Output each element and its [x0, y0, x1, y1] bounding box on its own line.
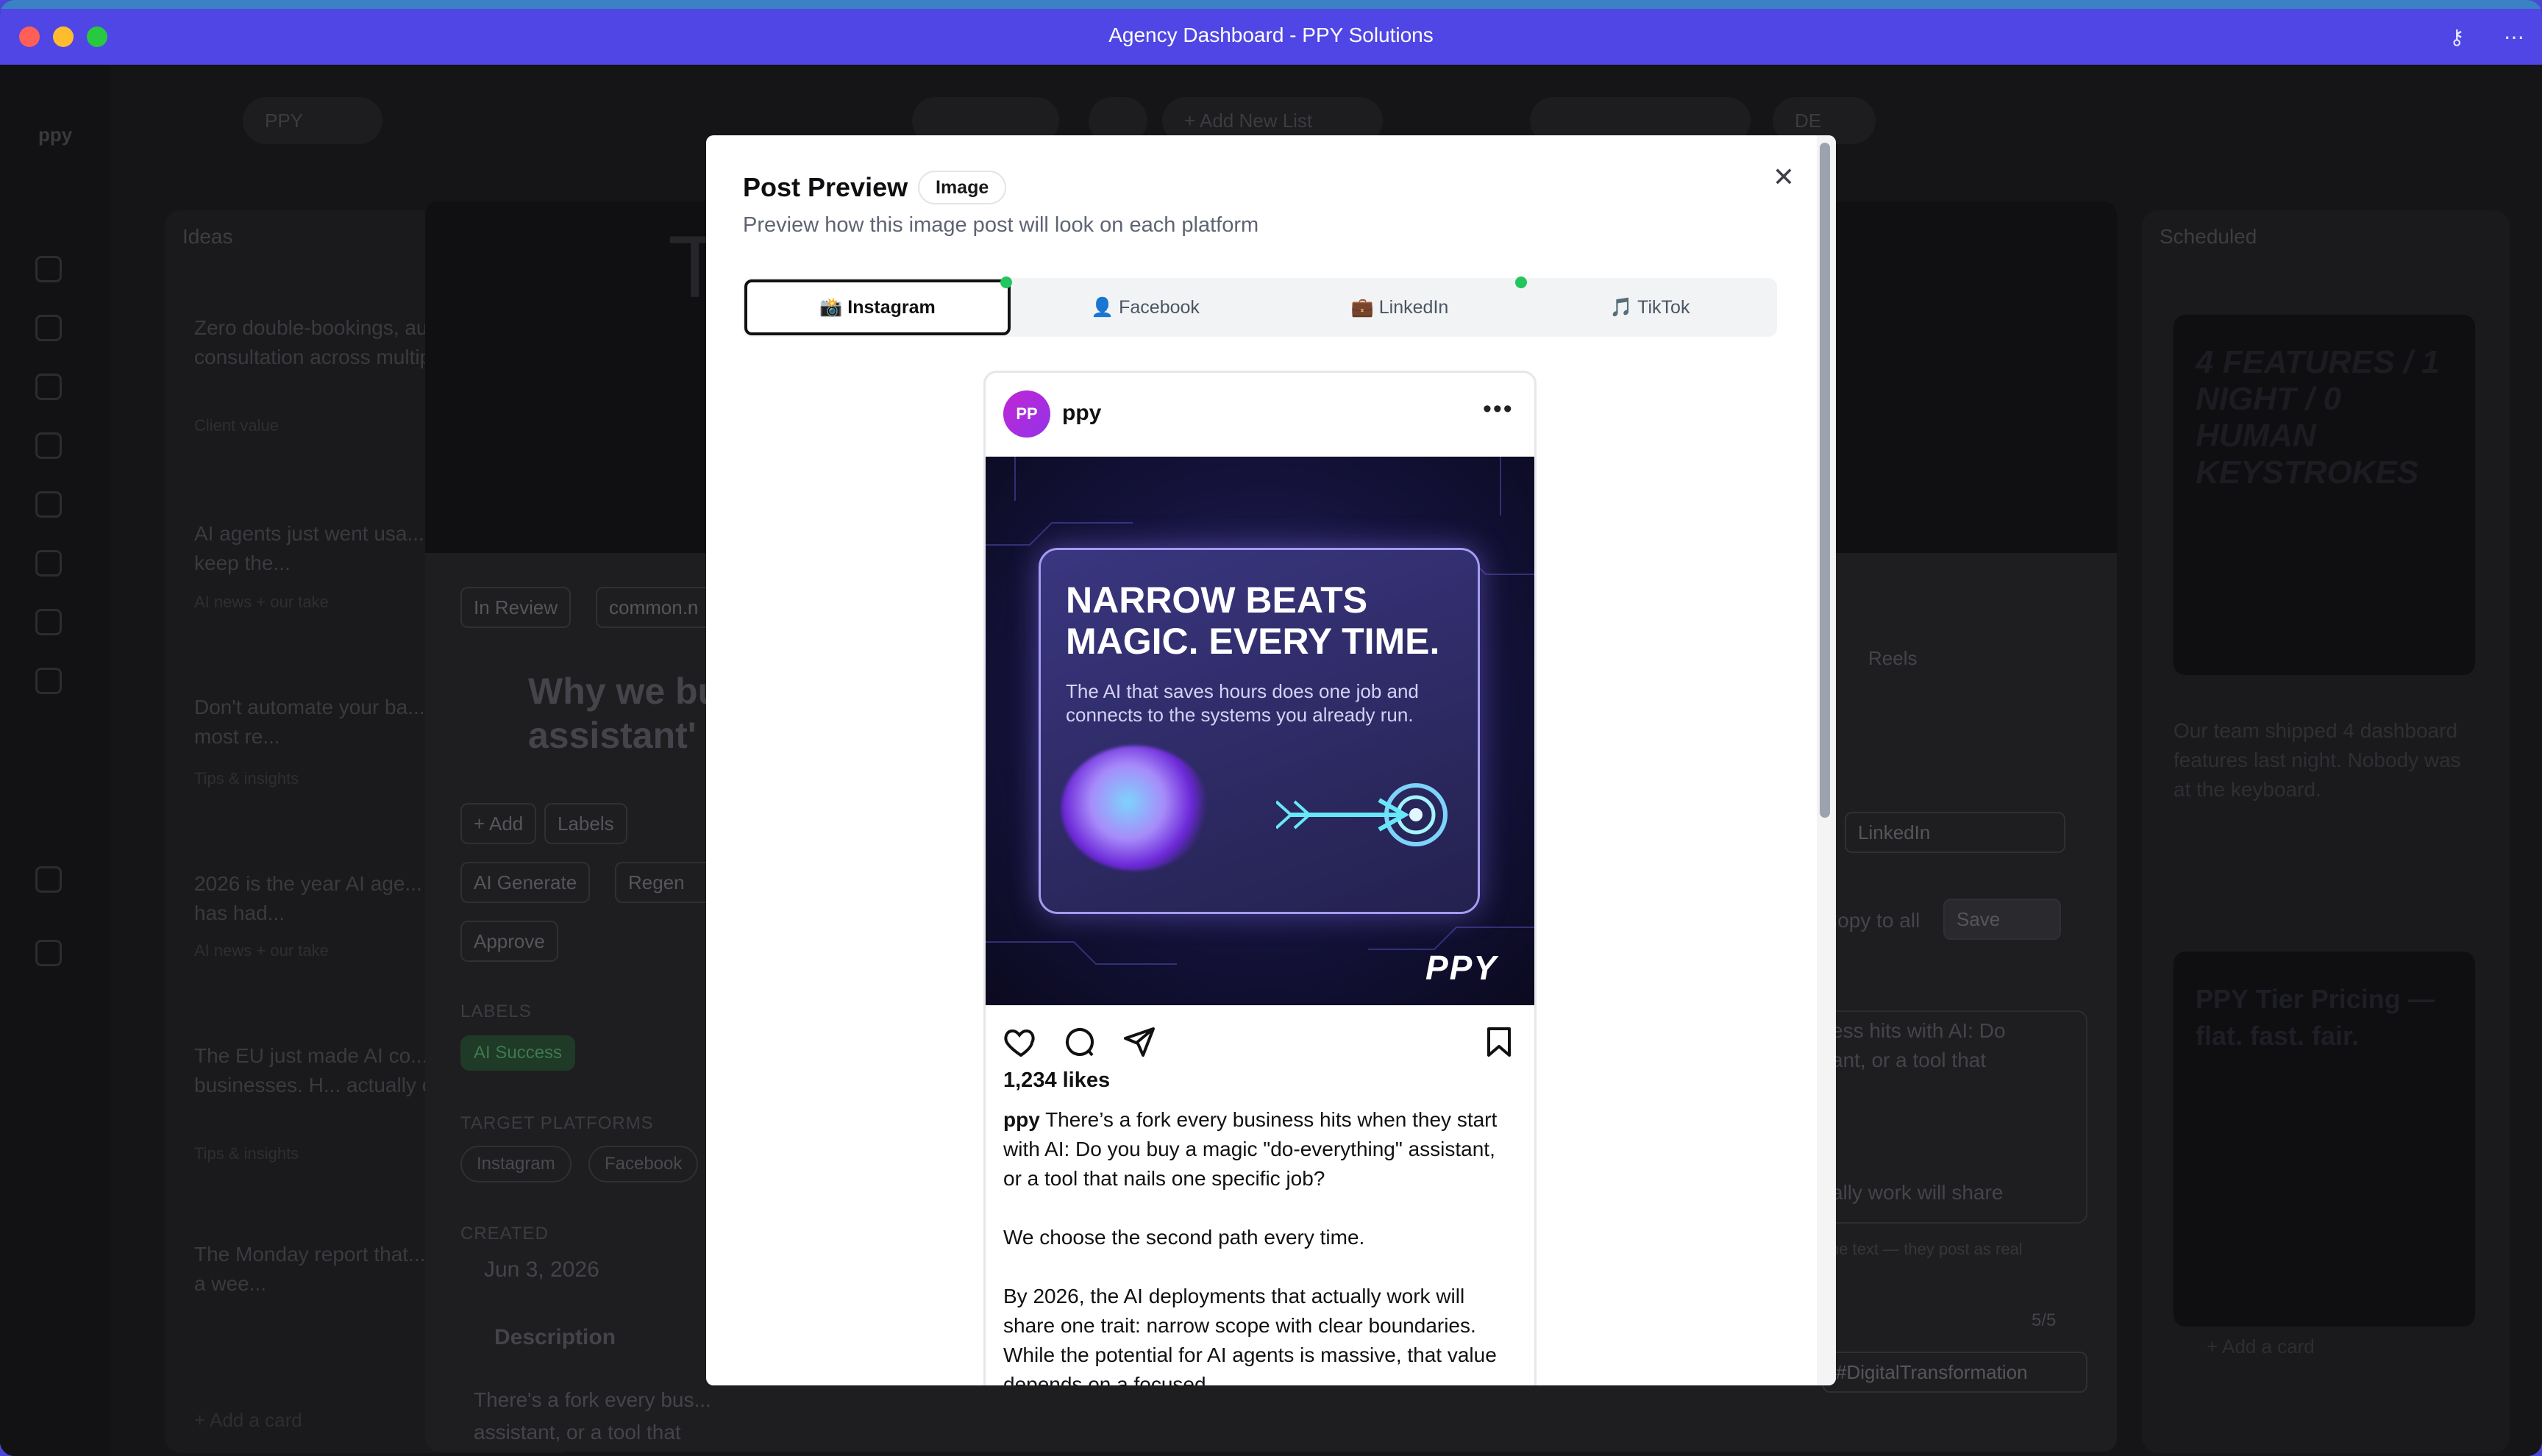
status-dropdown[interactable]: In Review — [460, 587, 572, 628]
scheduled-card-headline: 4 FEATURES / 1 NIGHT / 0 HUMAN KEYSTROKE… — [2196, 344, 2440, 490]
labels-button[interactable]: Labels — [544, 803, 627, 844]
heart-icon[interactable] — [1003, 1024, 1039, 1060]
idea-tag: AI news + our take — [194, 941, 329, 960]
editor-line-1: ess hits with AI: Do — [1831, 1019, 2006, 1042]
close-icon[interactable]: ✕ — [1765, 159, 1802, 196]
more-options-icon[interactable]: ••• — [1483, 395, 1514, 424]
idea-tag: Tips & insights — [194, 769, 299, 788]
platform-instagram[interactable]: Instagram — [460, 1146, 572, 1182]
labels-heading: LABELS — [460, 1002, 532, 1021]
description-preview[interactable]: There's a fork every bus... assistant, o… — [474, 1384, 716, 1449]
post-type-badge: Image — [918, 171, 1007, 204]
linkedin-chip[interactable]: LinkedIn — [1845, 812, 2065, 853]
user-icon[interactable] — [35, 940, 62, 966]
add-card-button-scheduled[interactable]: + Add a card — [2207, 1335, 2315, 1358]
image-headline-card: NARROW BEATS MAGIC. EVERY TIME. The AI t… — [1039, 548, 1480, 914]
instagram-status-dot — [1000, 276, 1012, 288]
tab-tiktok[interactable]: 🎵 TikTok — [1523, 278, 1777, 337]
editor-line-3: ally work will share — [1831, 1181, 2004, 1204]
scheduled-card-headline-2: PPY Tier Pricing — flat. fast. fair. — [2196, 984, 2435, 1051]
post-image: NARROW BEATS MAGIC. EVERY TIME. The AI t… — [986, 457, 1534, 1005]
sidebar: ppy — [0, 65, 110, 1456]
window-title: Agency Dashboard - PPY Solutions — [1108, 24, 1434, 46]
scheduled-card-image-2[interactable]: PPY Tier Pricing — flat. fast. fair. — [2173, 952, 2475, 1327]
post-username[interactable]: ppy — [1062, 401, 1101, 426]
reels-tab[interactable]: Reels — [1868, 647, 1917, 670]
scrollbar-thumb[interactable] — [1820, 143, 1830, 818]
tab-facebook[interactable]: 👤 Facebook — [1012, 278, 1278, 337]
clock-icon[interactable] — [35, 550, 62, 577]
app-window: Agency Dashboard - PPY Solutions ⚷ ⋯ ppy… — [0, 0, 2542, 1456]
post-caption: ppy There’s a fork every business hits w… — [1003, 1105, 1518, 1385]
workspace-pill[interactable]: PPY — [243, 97, 382, 144]
image-headline: NARROW BEATS MAGIC. EVERY TIME. — [1066, 579, 1440, 662]
image-subline: The AI that saves hours does one job and… — [1066, 680, 1419, 726]
bookmark-icon[interactable] — [1481, 1024, 1517, 1060]
caption-editor[interactable]: ess hits with AI: Do ant, or a tool that… — [1823, 1010, 2087, 1224]
platforms-heading: TARGET PLATFORMS — [460, 1113, 654, 1133]
brand-logo: PPY — [1425, 949, 1498, 987]
scheduled-column-title: Scheduled — [2160, 225, 2257, 248]
add-button[interactable]: + Add — [460, 803, 537, 844]
ideas-column-title: Ideas — [182, 225, 233, 248]
editor-line-2: ant, or a tool that — [1831, 1049, 1987, 1071]
caption-paragraph-2: We choose the second path every time. — [1003, 1226, 1365, 1249]
scheduled-card-image[interactable]: 4 FEATURES / 1 NIGHT / 0 HUMAN KEYSTROKE… — [2173, 315, 2475, 675]
save-button[interactable]: Save — [1943, 899, 2061, 940]
modal-scrollbar[interactable] — [1817, 135, 1836, 1385]
sidebar-logo: ppy — [38, 124, 73, 146]
hashtag-chip[interactable]: #DigitalTransformation — [1823, 1352, 2087, 1393]
modal-subtitle: Preview how this image post will look on… — [743, 213, 1259, 237]
post-actions — [986, 1011, 1534, 1070]
created-heading: CREATED — [460, 1224, 549, 1243]
glow-blob-graphic — [1061, 746, 1208, 871]
idea-tag: Tips & insights — [194, 1144, 299, 1163]
calendar-icon[interactable] — [35, 315, 62, 341]
chat-icon[interactable] — [35, 491, 62, 518]
copy-to-all-button[interactable]: Copy to all — [1823, 909, 1920, 932]
settings-icon[interactable] — [35, 866, 62, 893]
editor-hint: he text — they post as real — [1830, 1240, 2023, 1258]
platform-tabs: 📸 Instagram 👤 Facebook 💼 LinkedIn 🎵 TikT… — [743, 276, 1777, 337]
key-icon[interactable]: ⚷ — [2449, 25, 2465, 49]
document-icon[interactable] — [35, 609, 62, 635]
arrow-target-icon — [1276, 783, 1448, 846]
idea-tag: Client value — [194, 416, 279, 435]
hashtag-counter: 5/5 — [2032, 1310, 2057, 1330]
likes-count: 1,234 likes — [1003, 1068, 1111, 1092]
idea-tag: AI news + our take — [194, 593, 329, 611]
description-heading: Description — [494, 1325, 616, 1349]
tab-instagram[interactable]: 📸 Instagram — [744, 279, 1011, 335]
instagram-post-preview: PP ppy ••• NARROW BEATS MAGIC. EVERY TIM… — [983, 371, 1537, 1385]
ai-generate-button[interactable]: AI Generate — [460, 862, 591, 903]
list-icon[interactable] — [35, 374, 62, 400]
caption-username[interactable]: ppy — [1003, 1108, 1040, 1131]
platform-facebook[interactable]: Facebook — [588, 1146, 699, 1182]
add-card-button[interactable]: + Add a card — [194, 1409, 302, 1432]
post-preview-modal: Post Preview Image Preview how this imag… — [706, 135, 1836, 1385]
title-bar: Agency Dashboard - PPY Solutions ⚷ ⋯ — [0, 0, 2542, 65]
avatar: PP — [1003, 390, 1050, 438]
scheduled-card-text: Our team shipped 4 dashboard features la… — [2173, 719, 2461, 801]
modal-title: Post Preview — [743, 172, 908, 202]
share-icon[interactable] — [1121, 1024, 1156, 1060]
comment-icon[interactable] — [1062, 1024, 1097, 1060]
created-date: Jun 3, 2026 — [484, 1257, 599, 1282]
tab-linkedin[interactable]: 💼 LinkedIn — [1267, 278, 1533, 337]
caption-paragraph-1: There’s a fork every business hits when … — [1003, 1108, 1498, 1190]
folder-icon[interactable] — [35, 668, 62, 694]
caption-paragraph-3: By 2026, the AI deployments that actuall… — [1003, 1285, 1497, 1385]
approve-button[interactable]: Approve — [460, 921, 558, 962]
mail-icon[interactable] — [35, 432, 62, 459]
more-icon[interactable]: ⋯ — [2504, 25, 2524, 49]
grid-icon[interactable] — [35, 256, 62, 282]
label-chip[interactable]: AI Success — [460, 1035, 576, 1071]
